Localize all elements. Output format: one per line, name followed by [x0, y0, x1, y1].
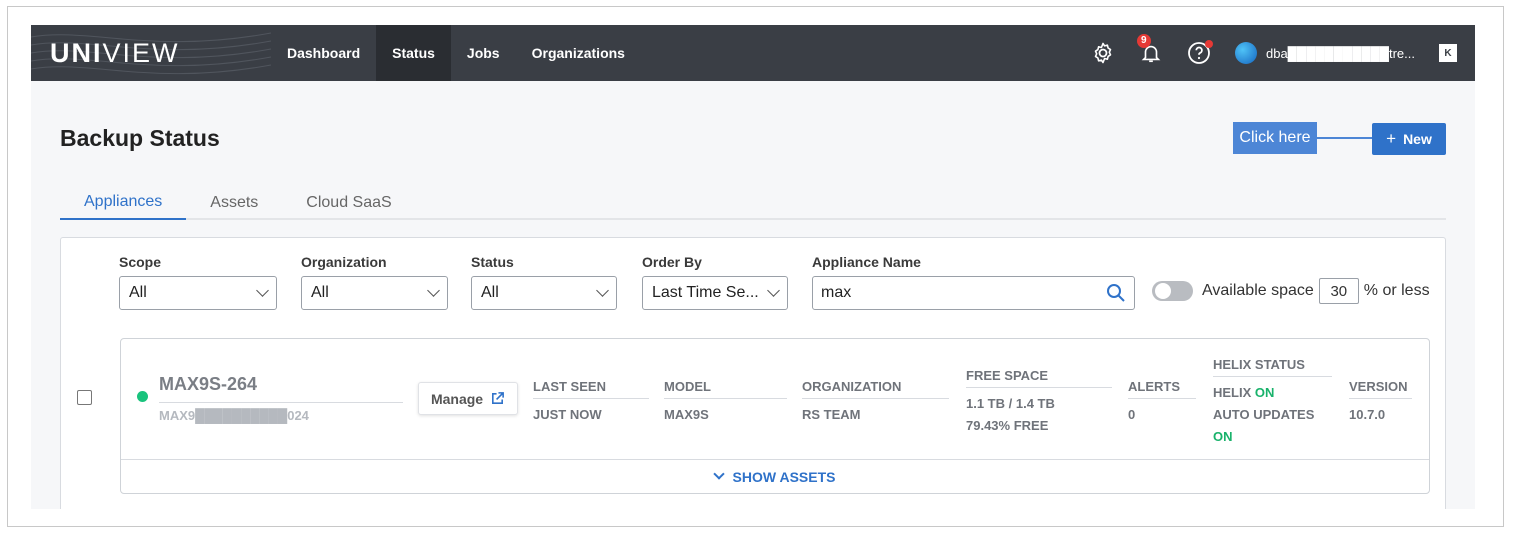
nav-jobs[interactable]: Jobs [451, 25, 516, 81]
plus-icon: + [1386, 129, 1397, 148]
order-by-label: Order By [642, 254, 702, 270]
k-collapse-icon[interactable]: K [1439, 44, 1457, 62]
chevron-down-icon [767, 284, 780, 297]
manage-label: Manage [430, 390, 484, 407]
top-navigation-bar: UNI VIEW Dashboard Status Jobs Organizati… [31, 25, 1475, 81]
free-space-value: 1.1 TB / 1.4 TB [966, 396, 1055, 411]
status-value: All [481, 284, 499, 301]
top-right-controls: 9 dba███████████tre... K [1091, 25, 1475, 81]
appliance-name[interactable]: MAX9S-264 [159, 374, 403, 403]
model-column: MODEL MAX9S [664, 379, 787, 426]
organization-filter: Organization All [301, 254, 448, 310]
organization-header: ORGANIZATION [802, 379, 949, 399]
show-assets-label: SHOW ASSETS [732, 468, 836, 485]
auto-updates-label: AUTO UPDATES [1213, 407, 1315, 422]
available-space-input[interactable]: 30 [1318, 278, 1359, 304]
status-select[interactable]: All [471, 276, 617, 310]
version-header: VERSION [1349, 379, 1412, 399]
available-space-suffix: % or less [1363, 282, 1430, 299]
organization-value: RS TEAM [802, 407, 861, 422]
online-status-dot [137, 391, 148, 402]
available-space-label: Available space [1202, 282, 1314, 299]
settings-gear-icon[interactable] [1091, 41, 1115, 65]
model-header: MODEL [664, 379, 787, 399]
chevron-down-icon [596, 284, 609, 297]
appliance-name-value: max [821, 284, 852, 301]
chevron-down-icon [427, 284, 440, 297]
notifications-bell-icon[interactable]: 9 [1136, 34, 1163, 65]
helix-status-column: HELIX STATUS HELIX ON AUTO UPDATES ON [1213, 357, 1332, 448]
alerts-header: ALERTS [1128, 379, 1196, 399]
order-by-value: Last Time Se... [652, 284, 759, 301]
organization-select[interactable]: All [301, 276, 448, 310]
alerts-column: ALERTS 0 [1128, 379, 1196, 426]
organization-label: Organization [301, 254, 387, 270]
appliance-row-checkbox[interactable] [77, 390, 92, 405]
appliance-name-label: Appliance Name [812, 254, 921, 270]
manage-button[interactable]: Manage [418, 382, 518, 415]
scope-label: Scope [119, 254, 162, 270]
order-by-select[interactable]: Last Time Se... [642, 276, 788, 310]
app-window: UNI VIEW Dashboard Status Jobs Organizati… [31, 25, 1475, 509]
new-button[interactable]: + New [1372, 123, 1446, 155]
organization-column: ORGANIZATION RS TEAM [802, 379, 949, 426]
callout-connector-line [1317, 137, 1373, 139]
nav-organizations[interactable]: Organizations [516, 25, 641, 81]
main-nav: Dashboard Status Jobs Organizations [271, 25, 641, 81]
username[interactable]: dba███████████tre... [1266, 46, 1415, 61]
free-space-column: FREE SPACE 1.1 TB / 1.4 TB 79.43% FREE [966, 368, 1112, 437]
last-seen-header: LAST SEEN [533, 379, 649, 399]
available-space-toggle[interactable] [1152, 281, 1193, 301]
page-title: Backup Status [60, 125, 220, 151]
auto-updates-value: ON [1213, 429, 1233, 444]
appliances-panel: Scope All Organization All Status All Or… [60, 237, 1446, 509]
helix-status-header: HELIX STATUS [1213, 357, 1332, 377]
user-avatar[interactable] [1234, 42, 1257, 64]
chevron-down-icon [256, 284, 269, 297]
appliance-serial: MAX9██████████024 [159, 408, 309, 423]
nav-dashboard[interactable]: Dashboard [271, 25, 376, 81]
last-seen-column: LAST SEEN JUST NOW [533, 379, 649, 426]
logo-bold-text: UNI [50, 37, 103, 68]
status-label: Status [471, 254, 514, 270]
organization-value: All [311, 284, 329, 301]
helix-value: ON [1254, 385, 1275, 400]
toggle-knob [1155, 283, 1171, 299]
scope-filter: Scope All [119, 254, 277, 310]
alerts-value: 0 [1128, 407, 1136, 422]
free-space-header: FREE SPACE [966, 368, 1112, 388]
version-value: 10.7.0 [1349, 407, 1386, 422]
appliance-card: MAX9S-264 MAX9██████████024 Manage LAST … [120, 338, 1430, 494]
uniview-logo[interactable]: UNI VIEW [50, 37, 180, 68]
help-question-icon[interactable] [1187, 40, 1213, 65]
scope-select[interactable]: All [119, 276, 277, 310]
order-by-filter: Order By Last Time Se... [642, 254, 788, 310]
last-seen-value: JUST NOW [533, 407, 602, 422]
tab-assets[interactable]: Assets [186, 185, 282, 220]
new-button-label: New [1403, 131, 1432, 147]
help-alert-dot [1204, 40, 1213, 48]
appliance-name-input[interactable]: max [812, 276, 1135, 310]
tab-appliances[interactable]: Appliances [60, 185, 187, 220]
show-assets-button[interactable]: SHOW ASSETS [121, 459, 1429, 493]
helix-label: HELIX [1213, 385, 1252, 400]
scope-value: All [129, 284, 147, 301]
available-space-filter: Available space 30 % or less [1152, 278, 1430, 304]
model-value: MAX9S [664, 407, 709, 422]
tab-cloud-saas[interactable]: Cloud SaaS [282, 185, 415, 220]
tab-bar: Appliances Assets Cloud SaaS [60, 185, 1446, 220]
chevron-down-icon [712, 468, 725, 480]
free-space-percent: 79.43% FREE [966, 418, 1049, 433]
appliance-name-filter: Appliance Name max [812, 254, 1135, 310]
version-column: VERSION 10.7.0 [1349, 379, 1412, 426]
logo-light-text: VIEW [102, 37, 180, 68]
status-filter: Status All [471, 254, 617, 310]
click-here-callout: Click here [1233, 122, 1317, 154]
external-link-icon [492, 392, 504, 404]
nav-status[interactable]: Status [376, 25, 451, 81]
notifications-badge: 9 [1136, 34, 1151, 48]
search-icon[interactable] [1106, 283, 1126, 303]
